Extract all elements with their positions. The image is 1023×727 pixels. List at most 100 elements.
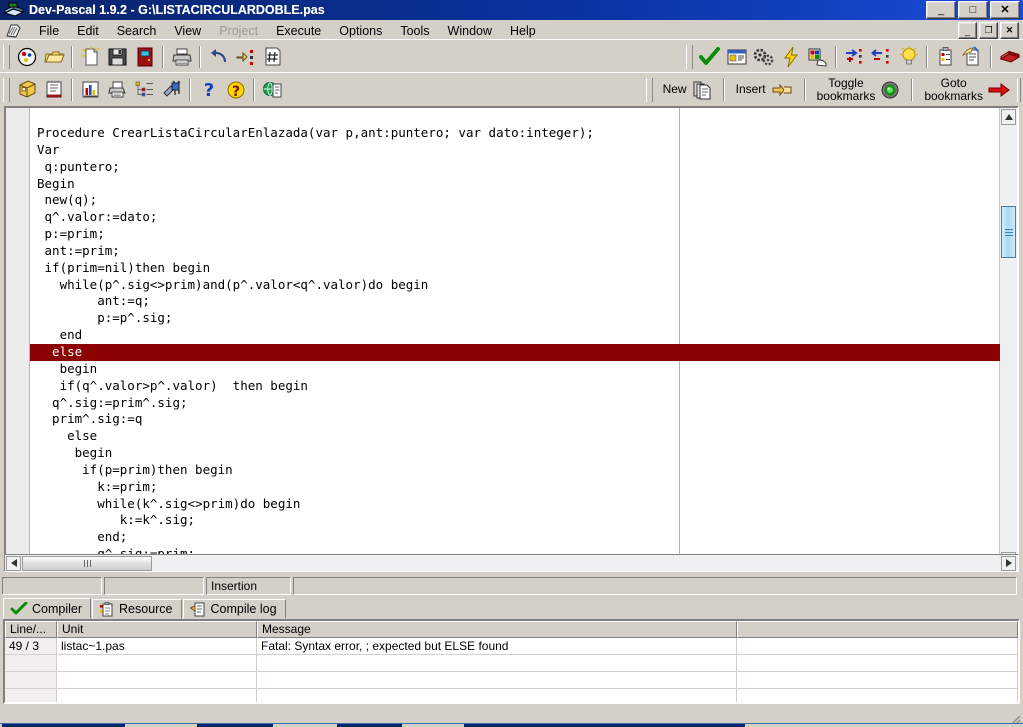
devpascal-logo-icon — [4, 22, 26, 40]
print-button[interactable] — [168, 44, 195, 70]
save-button[interactable] — [104, 44, 131, 70]
code-line[interactable]: ant:=prim; — [30, 243, 1000, 260]
column-header-extra[interactable] — [737, 621, 1018, 638]
code-line[interactable]: if(q^.valor>p^.valor) then begin — [30, 378, 1000, 395]
column-header-message[interactable]: Message — [257, 621, 737, 638]
edit-resource-button[interactable] — [959, 44, 986, 70]
menu-view[interactable]: View — [165, 21, 210, 41]
open-button[interactable] — [40, 44, 67, 70]
code-line[interactable]: new(q); — [30, 192, 1000, 209]
menu-edit[interactable]: Edit — [68, 21, 108, 41]
debug-button[interactable] — [804, 44, 831, 70]
compile-button[interactable] — [696, 44, 723, 70]
mdi-close-button[interactable]: ✕ — [1000, 22, 1019, 39]
code-line[interactable]: while(p^.sig<>prim)and(p^.valor<q^.valor… — [30, 277, 1000, 294]
goto-function-button[interactable] — [232, 44, 259, 70]
editor-horizontal-scrollbar[interactable] — [4, 554, 1019, 572]
mdi-restore-button[interactable]: ❐ — [979, 22, 998, 39]
cell-empty — [737, 655, 1018, 672]
scroll-left-button[interactable] — [6, 555, 21, 571]
menu-tools[interactable]: Tools — [391, 21, 438, 41]
code-line[interactable]: Procedure CrearListaCircularEnlazada(var… — [30, 125, 1000, 142]
tools-config-button[interactable] — [158, 77, 185, 103]
vertical-scroll-thumb[interactable] — [1001, 206, 1016, 258]
scroll-right-button[interactable] — [1001, 555, 1016, 571]
editor-gutter[interactable] — [6, 108, 30, 569]
profiling-button[interactable] — [77, 77, 104, 103]
run-button[interactable] — [723, 44, 750, 70]
remove-from-project-button[interactable] — [868, 44, 895, 70]
new-source-button[interactable] — [77, 44, 104, 70]
compiler-error-grid[interactable]: Line/... Unit Message 49 / 3 listac~1.pa… — [3, 619, 1020, 704]
menu-window[interactable]: Window — [439, 21, 501, 41]
toolbar-grip[interactable] — [686, 44, 693, 69]
rebuild-all-button[interactable] — [777, 44, 804, 70]
code-line[interactable]: end — [30, 327, 1000, 344]
code-line[interactable]: prim^.sig:=q — [30, 411, 1000, 428]
code-line[interactable]: p:=prim; — [30, 226, 1000, 243]
web-update-button[interactable] — [259, 77, 286, 103]
goto-bookmarks-button[interactable]: Goto bookmarks — [917, 76, 1017, 104]
project-manager-button[interactable] — [932, 44, 959, 70]
scroll-up-button[interactable] — [1001, 109, 1016, 125]
goto-line-button[interactable] — [259, 44, 286, 70]
help-button[interactable]: ? — [195, 77, 222, 103]
editor-vertical-scrollbar[interactable] — [999, 108, 1017, 569]
code-line[interactable]: end; — [30, 529, 1000, 546]
tab-resource[interactable]: Resource — [92, 599, 182, 619]
class-browser-button[interactable] — [131, 77, 158, 103]
project-options-button[interactable] — [895, 44, 922, 70]
mdi-minimize-button[interactable]: _ — [958, 22, 977, 39]
code-line[interactable]: k:=prim; — [30, 479, 1000, 496]
code-text-area[interactable]: Procedure CrearListaCircularEnlazada(var… — [30, 108, 1000, 569]
toggle-bookmarks-button[interactable]: Toggle bookmarks — [810, 76, 908, 104]
menu-execute[interactable]: Execute — [267, 21, 330, 41]
close-button[interactable]: ✕ — [990, 1, 1020, 19]
menu-search[interactable]: Search — [108, 21, 166, 41]
table-row[interactable]: 49 / 3 listac~1.pas Fatal: Syntax error,… — [5, 638, 1018, 655]
add-to-project-button[interactable] — [841, 44, 868, 70]
package-button[interactable] — [996, 44, 1023, 70]
about-button[interactable]: ? — [222, 77, 249, 103]
undo-button[interactable] — [205, 44, 232, 70]
compile-and-run-button[interactable] — [750, 44, 777, 70]
open-package-button[interactable] — [13, 77, 40, 103]
code-line[interactable]: else — [30, 428, 1000, 445]
insert-bookmark-button[interactable]: Insert — [729, 76, 800, 104]
code-line[interactable]: q:puntero; — [30, 159, 1000, 176]
menu-help[interactable]: Help — [501, 21, 545, 41]
horizontal-scroll-thumb[interactable] — [22, 555, 152, 571]
code-line[interactable]: Begin — [30, 176, 1000, 193]
code-line[interactable]: if(prim=nil)then begin — [30, 260, 1000, 277]
minimize-button[interactable]: _ — [926, 1, 956, 19]
new-project-button[interactable] — [13, 44, 40, 70]
print-preview-button[interactable] — [104, 77, 131, 103]
toolbar-grip[interactable] — [3, 44, 10, 69]
maximize-button[interactable]: □ — [958, 1, 988, 19]
new-bookmark-button[interactable]: New — [656, 76, 719, 104]
code-line[interactable]: Var — [30, 142, 1000, 159]
menu-file[interactable]: File — [30, 21, 68, 41]
code-line[interactable]: ant:=q; — [30, 293, 1000, 310]
code-line[interactable]: q^.valor:=dato; — [30, 209, 1000, 226]
toolbar-grip[interactable] — [3, 77, 10, 102]
tab-compiler[interactable]: Compiler — [3, 598, 92, 619]
code-line[interactable]: q^.sig:=prim^.sig; — [30, 395, 1000, 412]
code-line[interactable]: begin — [30, 445, 1000, 462]
column-header-line[interactable]: Line/... — [5, 621, 57, 638]
close-button-toolbar[interactable] — [131, 44, 158, 70]
tab-compile-log[interactable]: Compile log — [182, 599, 286, 619]
toolbar-grip[interactable] — [1017, 77, 1021, 102]
menu-options[interactable]: Options — [330, 21, 391, 41]
code-line[interactable]: if(p=prim)then begin — [30, 462, 1000, 479]
code-editor-window: Procedure CrearListaCircularEnlazada(var… — [4, 106, 1019, 571]
toolbar-grip[interactable] — [645, 77, 653, 102]
code-line[interactable]: while(k^.sig<>prim)do begin — [30, 496, 1000, 513]
code-line[interactable]: p:=p^.sig; — [30, 310, 1000, 327]
notes-button[interactable] — [40, 77, 67, 103]
code-line[interactable]: k:=k^.sig; — [30, 512, 1000, 529]
tree-list-icon — [135, 81, 153, 97]
code-line[interactable]: begin — [30, 361, 1000, 378]
code-line-error-highlighted[interactable]: else — [30, 343, 1000, 361]
column-header-unit[interactable]: Unit — [57, 621, 257, 638]
